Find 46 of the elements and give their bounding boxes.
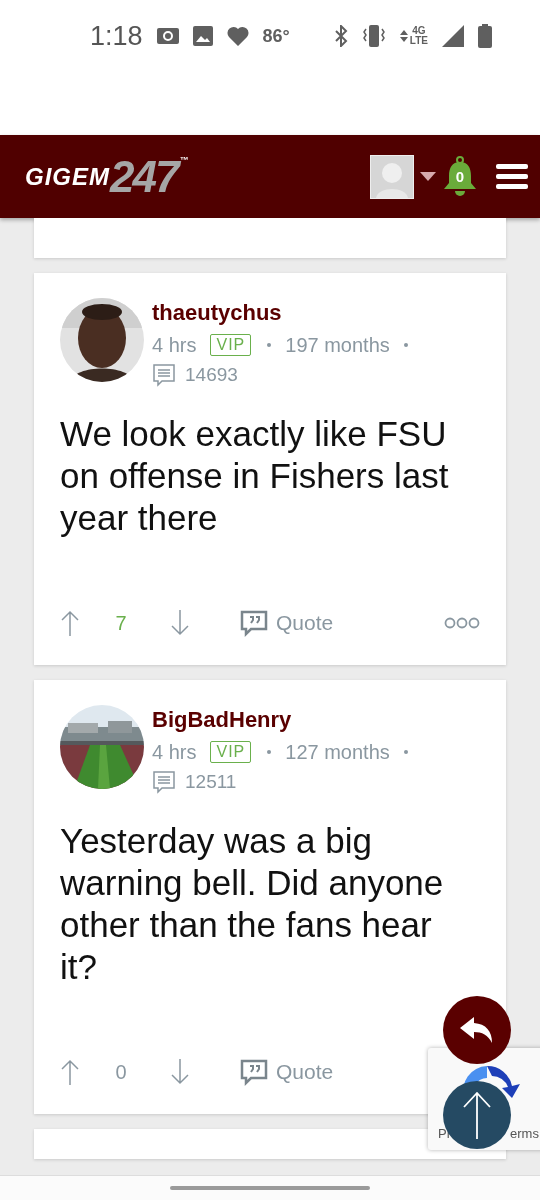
username[interactable]: BigBadHenry <box>152 706 408 734</box>
heart-icon <box>226 26 249 46</box>
separator-dot-icon <box>403 343 408 347</box>
vip-badge: VIP <box>210 334 252 356</box>
avatar-icon[interactable] <box>370 154 414 199</box>
comment-icon <box>152 770 176 794</box>
post-body: We look exactly like FSU on offense in Fishers last year there <box>60 413 450 539</box>
clock-time: 1:18 <box>90 20 143 52</box>
separator-dot-icon <box>267 343 272 347</box>
post-time: 4 hrs <box>152 740 197 765</box>
notification-count: 0 <box>454 167 466 185</box>
member-tenure: 127 months <box>285 740 390 765</box>
post-count: 12511 <box>185 771 237 793</box>
radio-icon <box>156 28 179 44</box>
network-subtype: LTE <box>409 36 428 46</box>
data-arrows-icon <box>399 29 408 43</box>
battery-icon <box>478 24 492 48</box>
network-type: 4G <box>412 26 426 36</box>
signal-icon <box>442 25 464 47</box>
separator-dot-icon <box>403 750 408 754</box>
vip-badge: VIP <box>210 741 252 763</box>
post-count: 14693 <box>185 364 238 386</box>
downvote-icon[interactable] <box>170 1059 190 1085</box>
upvote-icon[interactable] <box>60 1059 80 1085</box>
downvote-icon[interactable] <box>170 610 190 636</box>
upvote-icon[interactable] <box>60 610 80 636</box>
terms-link[interactable]: erms <box>510 1126 539 1141</box>
bluetooth-icon <box>333 25 348 47</box>
post-time: 4 hrs <box>152 333 197 358</box>
image-icon <box>192 26 213 46</box>
vote-score: 7 <box>114 611 128 635</box>
post-body: Yesterday was a big warning bell. Did anyone other than the fans hear it? <box>60 820 445 988</box>
member-tenure: 197 months <box>285 333 390 358</box>
reply-icon <box>460 1017 494 1043</box>
quote-icon <box>240 1058 268 1086</box>
temperature: 86° <box>262 25 290 47</box>
menu-icon[interactable] <box>496 163 528 190</box>
comment-icon <box>152 363 176 387</box>
separator-dot-icon <box>267 750 272 754</box>
quote-icon <box>240 609 268 637</box>
vote-score: 0 <box>114 1060 128 1084</box>
more-options-icon[interactable] <box>444 617 480 629</box>
username[interactable]: thaeutychus <box>152 299 408 327</box>
arrow-up-icon <box>462 1091 492 1139</box>
caret-icon[interactable] <box>420 171 436 182</box>
vibrate-icon <box>361 25 386 47</box>
